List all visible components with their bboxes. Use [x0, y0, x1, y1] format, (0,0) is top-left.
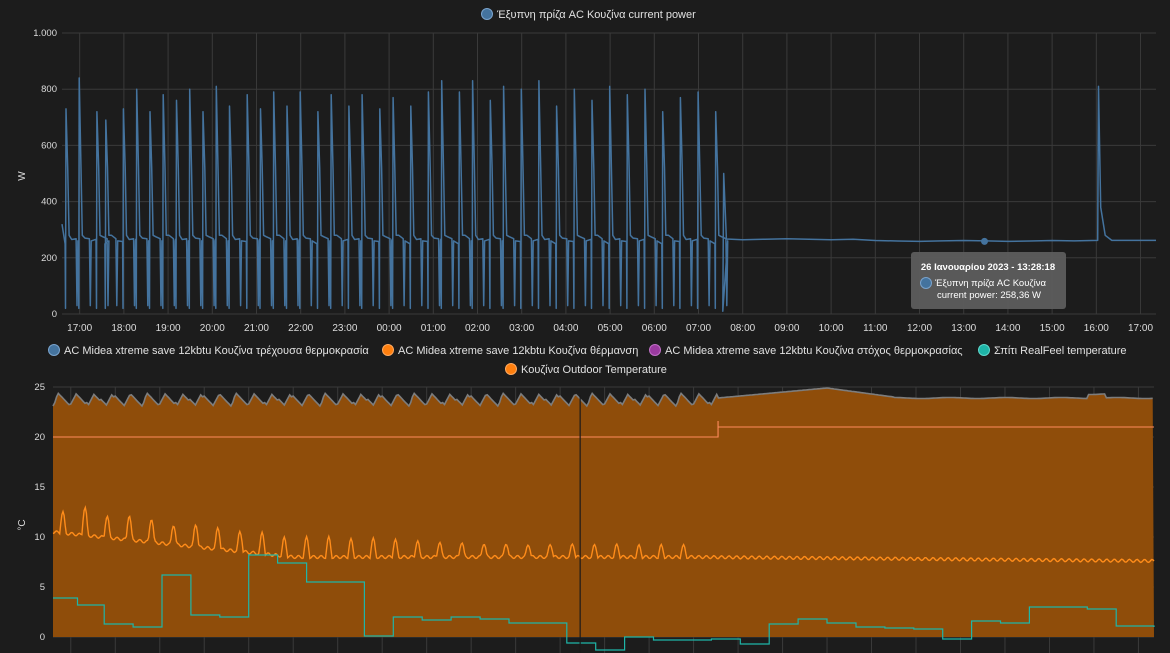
legend-label: AC Midea xtreme save 12kbtu Κουζίνα θέρμ…: [398, 345, 638, 357]
power-x-tick-label: 01:00: [421, 323, 446, 334]
legend-item-target-temp[interactable]: AC Midea xtreme save 12kbtu Κουζίνα στόχ…: [649, 344, 963, 358]
history-graphs: Έξυπνη πρίζα AC Κουζίνα current power W …: [17, 8, 1156, 653]
power-y-tick-label: 1.000: [33, 28, 57, 39]
temperature-y-tick-label: 0: [40, 632, 45, 643]
legend-label: AC Midea xtreme save 12kbtu Κουζίνα τρέχ…: [64, 345, 369, 357]
power-x-tick-label: 12:00: [907, 323, 932, 334]
power-x-tick-label: 04:00: [553, 323, 578, 334]
temperature-y-axis-title: °C: [17, 519, 28, 530]
power-x-tick-label: 23:00: [332, 323, 357, 334]
temperature-y-tick-label: 5: [40, 582, 45, 593]
legend-item-current-temp[interactable]: AC Midea xtreme save 12kbtu Κουζίνα τρέχ…: [48, 344, 370, 358]
power-tooltip: 26 Ιανουαρίου 2023 - 13:28:18 Έξυπνη πρί…: [911, 252, 1066, 309]
temperature-y-tick-label: 20: [34, 432, 45, 443]
power-x-tick-label: 13:00: [951, 323, 976, 334]
power-y-tick-label: 600: [41, 140, 57, 151]
legend-item-outdoor-temp[interactable]: Κουζίνα Outdoor Temperature: [505, 363, 667, 377]
legend-item-heating[interactable]: AC Midea xtreme save 12kbtu Κουζίνα θέρμ…: [382, 344, 639, 358]
legend-swatch: [649, 344, 661, 356]
power-y-tick-label: 0: [52, 309, 57, 320]
power-x-tick-label: 21:00: [244, 323, 269, 334]
tooltip-line-1: Έξυπνη πρίζα AC Κουζίνα: [934, 278, 1046, 289]
temperature-y-ticks: 0 5 10 15 20 25: [34, 382, 45, 643]
power-x-tick-label: 19:00: [156, 323, 181, 334]
power-y-ticks: 0 200 400 600 800 1.000: [33, 28, 57, 320]
power-x-tick-label: 05:00: [598, 323, 623, 334]
temperature-y-tick-label: 25: [34, 382, 45, 393]
power-x-tick-label: 14:00: [995, 323, 1020, 334]
power-x-tick-label: 02:00: [465, 323, 490, 334]
power-x-tick-label: 09:00: [774, 323, 799, 334]
power-x-tick-label: 07:00: [686, 323, 711, 334]
power-chart: Έξυπνη πρίζα AC Κουζίνα current power W …: [17, 8, 1156, 334]
power-x-tick-label: 20:00: [200, 323, 225, 334]
tooltip-line-2: current power: 258,36 W: [937, 290, 1041, 301]
power-x-tick-label: 08:00: [730, 323, 755, 334]
power-x-tick-label: 00:00: [377, 323, 402, 334]
power-x-tick-label: 03:00: [509, 323, 534, 334]
legend-label: AC Midea xtreme save 12kbtu Κουζίνα στόχ…: [665, 345, 963, 357]
legend-swatch: [505, 363, 517, 375]
power-legend[interactable]: Έξυπνη πρίζα AC Κουζίνα current power: [481, 8, 697, 22]
power-x-ticks: 17:00 18:00 19:00 20:00 21:00 22:00 23:00 00:00…: [67, 323, 1153, 334]
power-y-tick-label: 400: [41, 197, 57, 208]
power-legend-label: Έξυπνη πρίζα AC Κουζίνα current power: [496, 9, 696, 21]
power-legend-swatch: [481, 8, 493, 20]
heating-fill: [53, 388, 1154, 637]
power-x-tick-label: 18:00: [111, 323, 136, 334]
legend-swatch: [48, 344, 60, 356]
legend-swatch: [382, 344, 394, 356]
legend-label: Κουζίνα Outdoor Temperature: [521, 364, 667, 376]
power-x-tick-label: 17:00: [1128, 323, 1153, 334]
heating-area: [53, 388, 1154, 637]
legend-label: Σπίτι RealFeel temperature: [994, 345, 1127, 357]
power-x-tick-label: 22:00: [288, 323, 313, 334]
temperature-legend[interactable]: AC Midea xtreme save 12kbtu Κουζίνα τρέχ…: [48, 344, 1127, 377]
temperature-y-tick-label: 15: [34, 482, 45, 493]
power-hover-point: [980, 237, 988, 245]
legend-item-realfeel[interactable]: Σπίτι RealFeel temperature: [978, 344, 1127, 358]
power-x-tick-label: 11:00: [863, 323, 888, 334]
power-y-tick-label: 200: [41, 253, 57, 264]
power-x-tick-label: 15:00: [1040, 323, 1065, 334]
tooltip-title: 26 Ιανουαρίου 2023 - 13:28:18: [921, 262, 1055, 273]
tooltip-swatch: [920, 277, 932, 289]
power-x-tick-label: 17:00: [67, 323, 92, 334]
power-x-tick-label: 16:00: [1084, 323, 1109, 334]
power-x-tick-label: 10:00: [819, 323, 844, 334]
temperature-y-tick-label: 10: [34, 532, 45, 543]
power-y-axis-title: W: [17, 171, 28, 181]
legend-swatch: [978, 344, 990, 356]
power-y-tick-label: 800: [41, 84, 57, 95]
power-x-tick-label: 06:00: [642, 323, 667, 334]
temperature-chart: AC Midea xtreme save 12kbtu Κουζίνα τρέχ…: [17, 344, 1155, 653]
